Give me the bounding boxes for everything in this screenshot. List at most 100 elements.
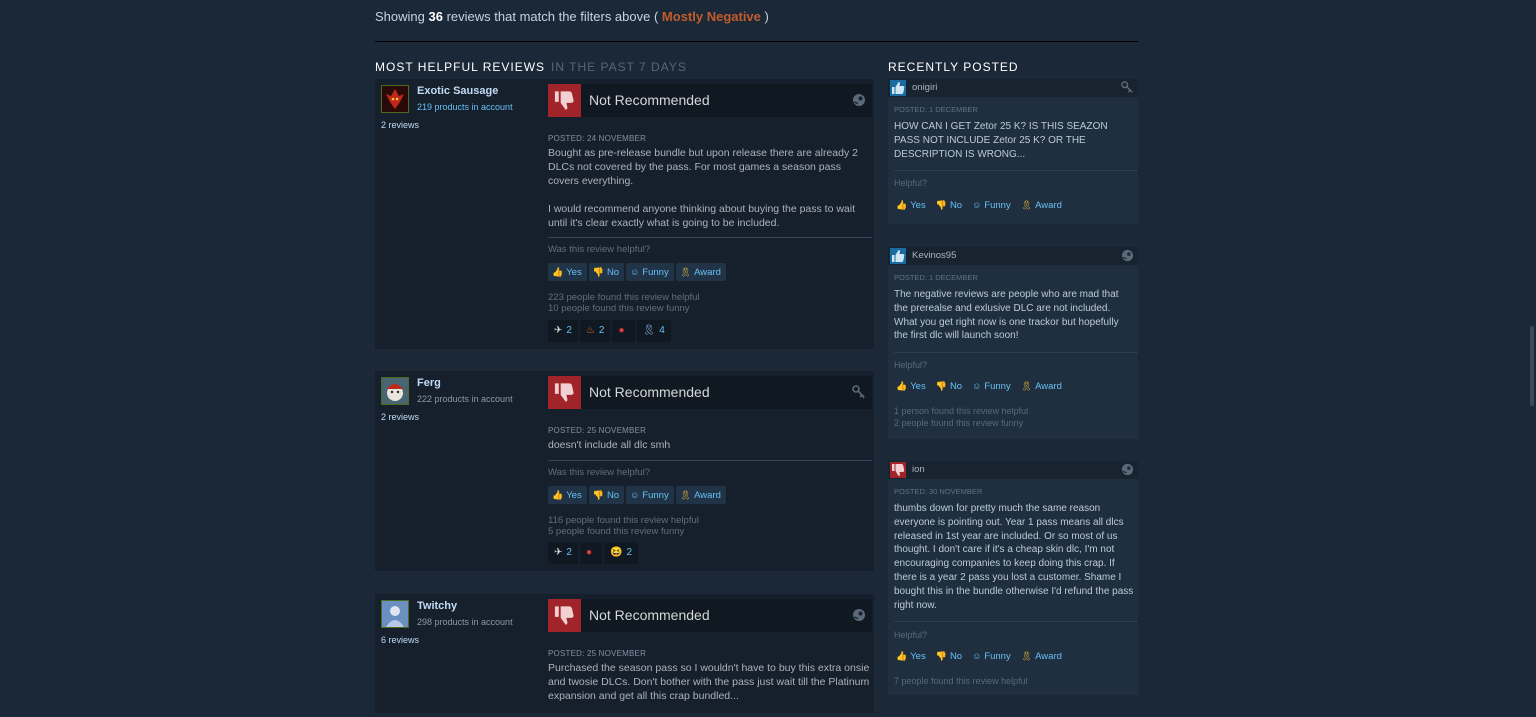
recently-posted-heading: RECENTLY POSTED: [888, 60, 1019, 74]
vote-buttons: 👍 Yes 👎 No ☺ Funny 🎗 Award: [548, 263, 728, 281]
helpful-question: Was this review helpful?: [548, 244, 651, 255]
author-name[interactable]: Twitchy: [417, 600, 457, 612]
review-text: Bought as pre-release bundle but upon re…: [548, 147, 858, 229]
author-products[interactable]: 298 products in account: [417, 617, 513, 627]
candy-icon: ●: [585, 547, 592, 558]
flame-icon: ♨: [585, 325, 595, 336]
review-count: 36: [428, 9, 443, 24]
award-laughing[interactable]: 😆 2: [604, 542, 639, 564]
funny-button[interactable]: ☺ Funny: [972, 200, 1011, 211]
thumbs-down-icon: [890, 462, 906, 478]
review-text: Purchased the season pass so I wouldn't …: [548, 662, 870, 702]
wings-icon: ✈: [554, 547, 563, 558]
review-awards: ✈ 2 ♨ 2 ● 🎗 4: [548, 320, 673, 342]
candy-icon: ●: [618, 325, 625, 336]
award-candy[interactable]: ●: [612, 320, 635, 342]
vote-buttons: 👍 Yes 👎 No ☺ Funny 🎗 Award: [896, 381, 1072, 392]
recent-author[interactable]: onigiri: [912, 82, 937, 93]
helpful-question: Helpful?: [894, 630, 928, 640]
recent-review: onigiri POSTED: 1 DECEMBER HOW CAN I GET…: [888, 79, 1138, 224]
yes-button[interactable]: 👍 Yes: [896, 651, 926, 662]
posted-date: POSTED: 25 NOVEMBER: [548, 426, 647, 435]
posted-date: POSTED: 24 NOVEMBER: [548, 134, 647, 143]
key-icon: [1121, 81, 1133, 93]
author-review-count[interactable]: 2 reviews: [381, 412, 419, 422]
thumbs-down-icon: [548, 599, 581, 632]
award-button[interactable]: 🎗 Award: [1021, 651, 1062, 662]
no-button[interactable]: 👎 No: [936, 200, 962, 211]
rating-summary[interactable]: Mostly Negative: [662, 9, 761, 24]
yes-button[interactable]: 👍 Yes: [896, 200, 926, 211]
funny-button[interactable]: ☺ Funny: [972, 651, 1011, 662]
divider: [548, 237, 872, 238]
recent-review-header[interactable]: Kevinos95: [888, 247, 1138, 265]
award-ribbon[interactable]: 🎗 4: [636, 320, 671, 342]
author-name[interactable]: Exotic Sausage: [417, 85, 498, 97]
review-verdict[interactable]: Not Recommended: [548, 599, 872, 632]
smiley-icon: ☺: [972, 381, 982, 391]
recent-author[interactable]: Kevinos95: [912, 250, 956, 261]
funny-button[interactable]: ☺ Funny: [626, 486, 674, 504]
yes-button[interactable]: 👍 Yes: [548, 263, 587, 281]
laughing-face-icon: 😆: [610, 547, 623, 558]
review-verdict[interactable]: Not Recommended: [548, 376, 872, 409]
avatar[interactable]: [381, 377, 409, 405]
award-button[interactable]: 🎗 Award: [1021, 200, 1062, 211]
found-helpful: 7 people found this review helpful: [894, 676, 1028, 686]
thumbs-down-icon: [548, 376, 581, 409]
thumbs-down-icon: 👎: [935, 381, 947, 391]
award-wings[interactable]: ✈ 2: [548, 542, 578, 564]
yes-button[interactable]: 👍 Yes: [548, 486, 587, 504]
smiley-icon: ☺: [630, 267, 640, 277]
posted-date: POSTED: 1 DECEMBER: [894, 273, 978, 282]
author-products[interactable]: 219 products in account: [417, 102, 513, 112]
steam-icon: [1121, 463, 1134, 476]
funny-button[interactable]: ☺ Funny: [972, 381, 1011, 392]
funny-button[interactable]: ☺ Funny: [626, 263, 674, 281]
verdict-title: Not Recommended: [589, 92, 710, 108]
vote-buttons: 👍 Yes 👎 No ☺ Funny 🎗 Award: [548, 486, 728, 504]
thumbs-up-icon: 👍: [896, 651, 908, 661]
thumbs-down-icon: 👎: [592, 267, 604, 277]
award-icon: 🎗: [1020, 651, 1033, 661]
thumbs-up-icon: [890, 248, 906, 264]
review-text: HOW CAN I GET Zetor 25 K? IS THIS SEAZON…: [894, 121, 1108, 160]
thumbs-up-icon: 👍: [896, 381, 908, 391]
yes-button[interactable]: 👍 Yes: [896, 381, 926, 392]
award-button[interactable]: 🎗 Award: [1021, 381, 1062, 392]
page-scrollbar[interactable]: [1530, 326, 1534, 406]
avatar[interactable]: [381, 600, 409, 628]
author-review-count[interactable]: 2 reviews: [381, 120, 419, 130]
demon-avatar-icon: [386, 89, 404, 109]
author-name[interactable]: Ferg: [417, 377, 441, 389]
thumbs-down-icon: 👎: [592, 490, 604, 500]
recent-author[interactable]: ion: [912, 464, 925, 475]
thumbs-up-icon: 👍: [552, 267, 564, 277]
recent-review-header[interactable]: onigiri: [888, 79, 1138, 97]
helpful-question: Helpful?: [894, 178, 928, 188]
no-button[interactable]: 👎 No: [936, 381, 962, 392]
character-avatar-icon: [386, 606, 404, 627]
found-helpful: 223 people found this review helpful 10 …: [548, 292, 700, 314]
divider: [894, 170, 1138, 171]
award-button[interactable]: 🎗 Award: [675, 486, 726, 504]
review-card: Exotic Sausage 219 products in account 2…: [375, 79, 874, 349]
no-button[interactable]: 👎 No: [936, 651, 962, 662]
award-candy[interactable]: ●: [579, 542, 602, 564]
recent-review-header[interactable]: ion: [888, 461, 1138, 479]
review-text: thumbs down for pretty much the same rea…: [894, 503, 1134, 611]
award-flame[interactable]: ♨ 2: [579, 320, 611, 342]
author-review-count[interactable]: 6 reviews: [381, 635, 419, 645]
recent-review: Kevinos95 POSTED: 1 DECEMBER The negativ…: [888, 247, 1138, 439]
avatar[interactable]: [381, 85, 409, 113]
no-button[interactable]: 👎 No: [588, 263, 625, 281]
no-button[interactable]: 👎 No: [588, 486, 625, 504]
review-verdict[interactable]: Not Recommended: [548, 84, 872, 117]
award-wings[interactable]: ✈ 2: [548, 320, 578, 342]
author-products[interactable]: 222 products in account: [417, 394, 513, 404]
key-icon: [852, 385, 865, 399]
smiley-icon: ☺: [972, 651, 982, 661]
divider: [548, 460, 872, 461]
award-button[interactable]: 🎗 Award: [675, 263, 726, 281]
review-text: doesn't include all dlc smh: [548, 439, 671, 451]
